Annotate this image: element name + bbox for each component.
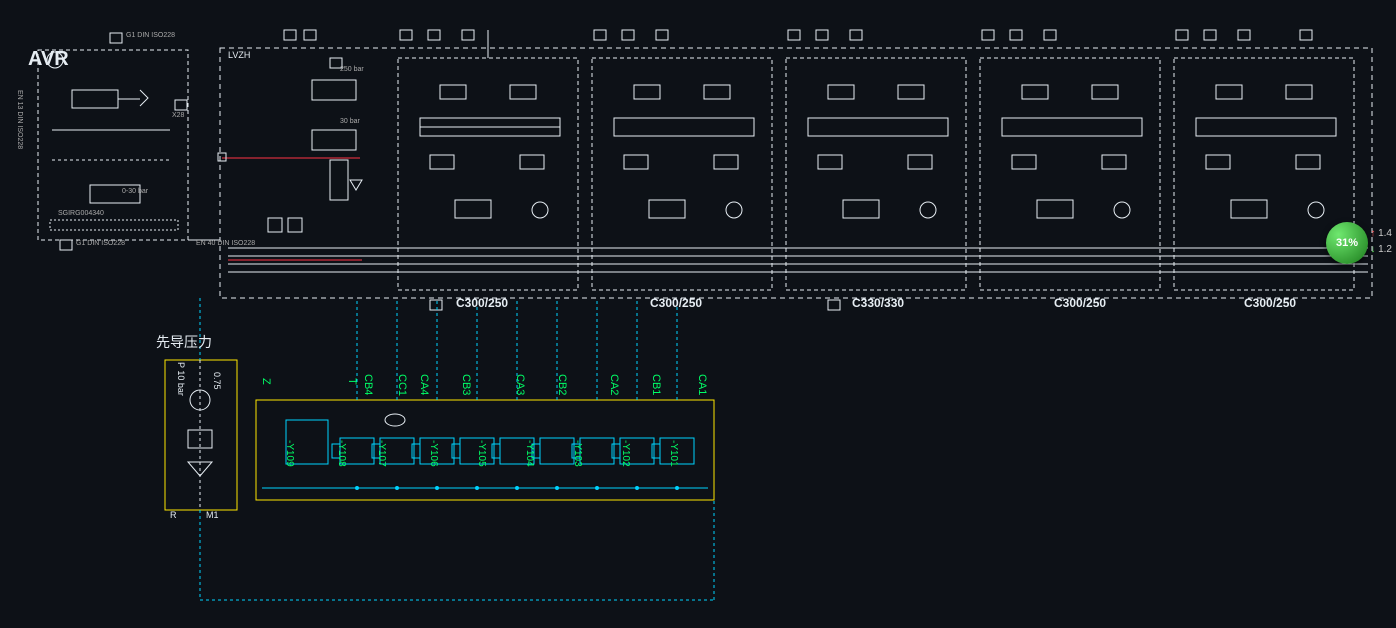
section-0-label: C300/250	[456, 296, 508, 310]
schematic-lines	[0, 0, 1396, 628]
port-8: CA1	[696, 374, 708, 395]
port-1: CC1	[396, 374, 408, 396]
pilot-r: R	[170, 510, 177, 520]
manifold-p1: 30 bar	[340, 118, 360, 125]
avr-top-port: G1 DIN ISO228	[126, 32, 175, 39]
avr-title: AVR	[28, 48, 69, 71]
coil-4: -Y105	[476, 440, 487, 467]
coil-3: -Y106	[428, 440, 439, 467]
valve-z: Z	[260, 378, 272, 385]
stat-down: ↓ 1.2	[1370, 244, 1392, 255]
coil-2: -Y107	[376, 440, 387, 467]
coil-5: -Y104	[524, 440, 535, 467]
manifold-p2: 250 bar	[340, 66, 364, 73]
coil-0: -Y109	[284, 440, 295, 467]
stat-up: ↑ 1.4	[1370, 228, 1392, 239]
port-2: CA4	[418, 374, 430, 395]
avr-left-label: EN 13 DIN ISO228	[16, 90, 23, 149]
perf-percent: 31%	[1336, 237, 1358, 249]
avr-pressure: 0-30 bar	[122, 188, 148, 195]
pilot-title: 先导压力	[156, 332, 212, 352]
port-6: CA2	[608, 374, 620, 395]
port-7: CB1	[650, 374, 662, 395]
pilot-acc: 0.75	[212, 372, 222, 390]
manifold-lvzh: LVZH	[228, 50, 250, 60]
avr-bot-port: G1 DIN ISO228	[76, 240, 125, 247]
section-4-label: C300/250	[1244, 296, 1296, 310]
port-3: CB3	[460, 374, 472, 395]
cad-canvas[interactable]: { "badge": {"percent": "31%"}, "stats": …	[0, 0, 1396, 628]
valve-t: T	[346, 378, 358, 385]
coil-7: -Y102	[620, 440, 631, 467]
section-1-label: C300/250	[650, 296, 702, 310]
section-3-label: C300/250	[1054, 296, 1106, 310]
manifold-cn: EN 40 DIN ISO228	[196, 240, 255, 247]
port-0: CB4	[362, 374, 374, 395]
port-4: CA3	[514, 374, 526, 395]
coil-6: -Y103	[572, 440, 583, 467]
pilot-m1: M1	[206, 510, 219, 520]
port-5: CB2	[556, 374, 568, 395]
coil-8: -Y101	[668, 440, 679, 467]
pilot-p: P 10 bar	[176, 362, 186, 396]
avr-part-no: SGIRG004340	[58, 210, 104, 217]
avr-right-port: X28	[172, 112, 184, 119]
section-2-label: C330/330	[852, 296, 904, 310]
perf-badge[interactable]: 31%	[1326, 222, 1368, 264]
coil-1: -Y108	[336, 440, 347, 467]
